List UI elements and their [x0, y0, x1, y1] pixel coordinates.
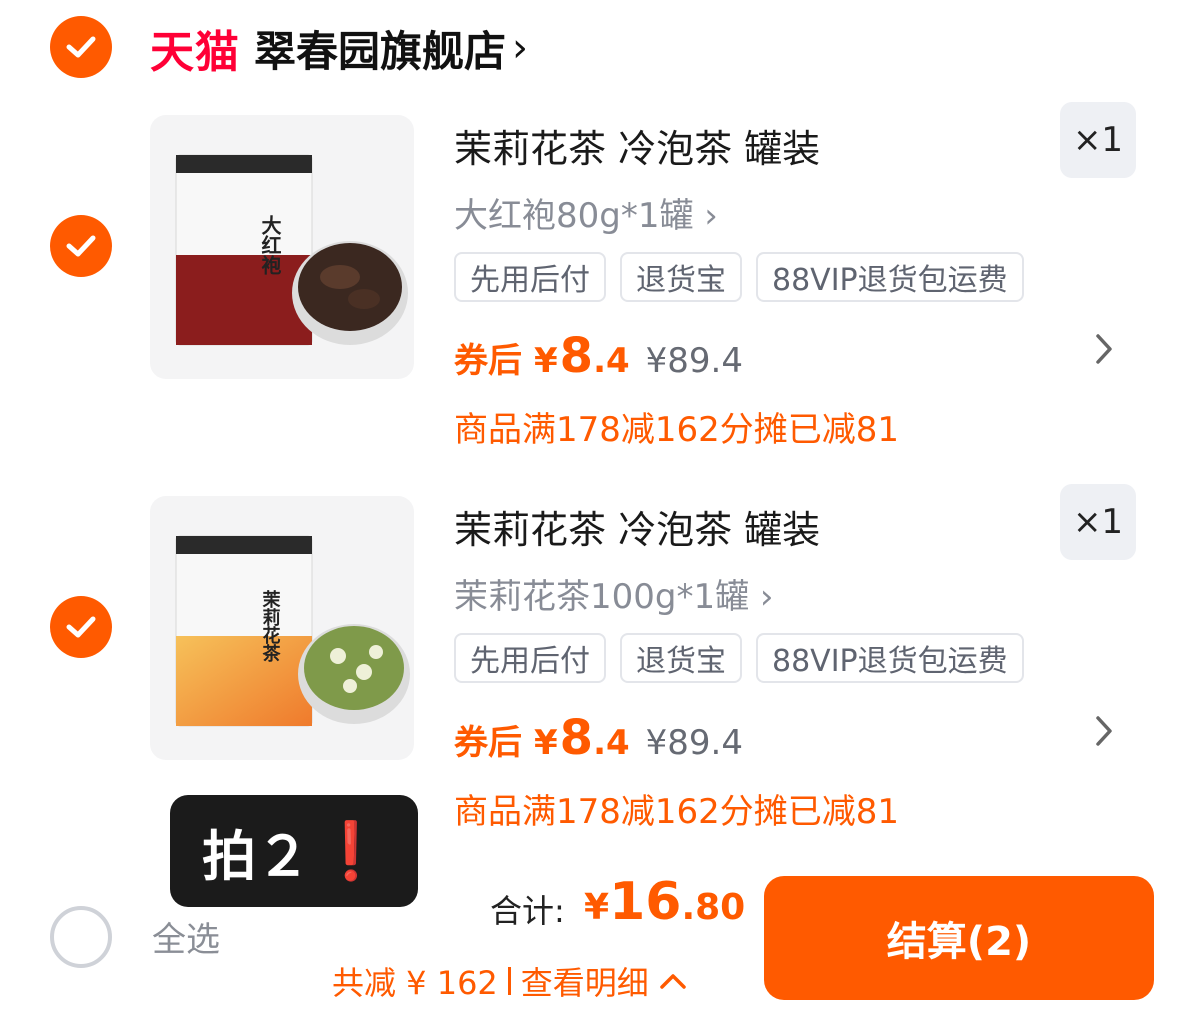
select-all-checkbox[interactable] [50, 906, 112, 968]
chevron-right-icon: › [512, 25, 529, 71]
tea-tin-illustration: 大红袍 [175, 154, 408, 346]
product-image[interactable]: 茉莉花茶 [150, 496, 414, 760]
tmall-logo: 天猫 [150, 27, 240, 78]
select-all-label[interactable]: 全选 [152, 912, 220, 961]
price-row: 券后 ¥ 8 .4 ¥89.4 [454, 710, 743, 766]
tin-label: 大红袍 [258, 215, 282, 275]
checkmark-icon [66, 616, 96, 638]
annotation-overlay: 拍２ ❗ [170, 795, 418, 907]
chevron-right-icon[interactable] [1094, 712, 1114, 758]
tag-return-insurance: 退货宝 [620, 252, 742, 302]
after-coupon-label: 券后 [454, 723, 522, 763]
tag-pay-later: 先用后付 [454, 633, 606, 683]
quantity-button[interactable]: ×1 [1060, 484, 1136, 560]
promo-text: 商品满178减162分摊已减81 [454, 792, 900, 832]
after-coupon-label: 券后 [454, 341, 522, 381]
total-label: 合计: [490, 892, 565, 930]
price-currency: ¥ [534, 723, 558, 763]
total-integer: 16 [609, 872, 682, 932]
original-price: ¥89.4 [645, 341, 743, 381]
divider [507, 967, 511, 995]
tea-tin-illustration: 茉莉花茶 [175, 535, 410, 727]
store-name[interactable]: 翠春园旗舰店 [254, 18, 506, 79]
exclamation-icon: ❗ [316, 819, 386, 884]
original-price: ¥89.4 [645, 723, 743, 763]
product-image[interactable]: 大红袍 [150, 115, 414, 379]
store-checkbox[interactable] [50, 16, 112, 78]
chevron-up-icon [660, 974, 686, 989]
price-row: 券后 ¥ 8 .4 ¥89.4 [454, 328, 743, 384]
product-checkbox[interactable] [50, 596, 112, 658]
total-decimal: .80 [681, 887, 746, 928]
product-title[interactable]: 茉莉花茶 冷泡茶 罐装 [454, 118, 820, 173]
discount-amount: 共减 ¥ 162 [332, 964, 498, 1002]
checkout-button[interactable]: 结算(2) [764, 876, 1154, 1000]
sku-selector[interactable]: 大红袍80g*1罐 › [454, 188, 718, 237]
tin-label: 茉莉花茶 [260, 589, 281, 663]
service-tags: 先用后付 退货宝 88VIP退货包运费 [454, 633, 1024, 683]
discount-summary[interactable]: 共减 ¥ 162 查看明细 [332, 958, 687, 1004]
tag-return-insurance: 退货宝 [620, 633, 742, 683]
chevron-right-icon[interactable] [1094, 330, 1114, 376]
price-decimal: .4 [593, 723, 630, 763]
product-checkbox[interactable] [50, 215, 112, 277]
price-decimal: .4 [593, 341, 630, 381]
price-currency: ¥ [534, 341, 558, 381]
total-currency: ¥ [584, 887, 610, 928]
tag-88vip-return: 88VIP退货包运费 [756, 633, 1024, 683]
tag-88vip-return: 88VIP退货包运费 [756, 252, 1024, 302]
price-integer: 8 [559, 328, 594, 384]
tag-pay-later: 先用后付 [454, 252, 606, 302]
service-tags: 先用后付 退货宝 88VIP退货包运费 [454, 252, 1024, 302]
view-detail-link[interactable]: 查看明细 [521, 958, 649, 1004]
promo-text: 商品满178减162分摊已减81 [454, 410, 900, 450]
total-price: ¥ 16 .80 [584, 872, 745, 932]
checkmark-icon [66, 235, 96, 257]
price-integer: 8 [559, 710, 594, 766]
sku-selector[interactable]: 茉莉花茶100g*1罐 › [454, 569, 774, 618]
annotation-text: 拍２ [202, 824, 311, 888]
store-header[interactable]: 天猫 翠春园旗舰店 › [150, 18, 528, 78]
quantity-button[interactable]: ×1 [1060, 102, 1136, 178]
checkmark-icon [66, 36, 96, 58]
product-title[interactable]: 茉莉花茶 冷泡茶 罐装 [454, 499, 820, 554]
